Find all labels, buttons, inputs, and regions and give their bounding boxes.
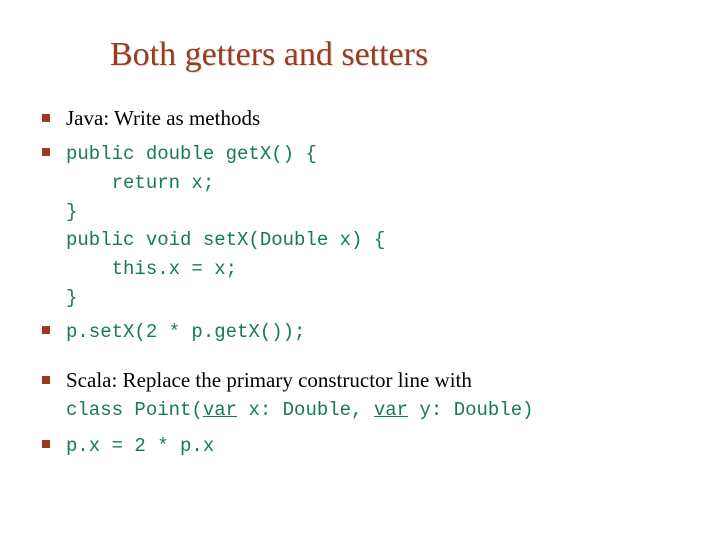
code-suffix: y: Double) xyxy=(408,399,533,421)
code-line: p.x = 2 * p.x xyxy=(66,435,214,457)
text: Java: Write as methods xyxy=(66,106,260,130)
code-mid: x: Double, xyxy=(237,399,374,421)
bullet-scala-heading: Scala: Replace the primary constructor l… xyxy=(40,366,700,424)
code-block: public double getX() { return x; } publi… xyxy=(66,143,385,308)
spacer xyxy=(20,352,700,366)
slide: Both getters and setters Java: Write as … xyxy=(0,0,720,540)
bullet-list-2: Scala: Replace the primary constructor l… xyxy=(20,366,700,460)
code-prefix: class Point( xyxy=(66,399,203,421)
bullet-java-usage: p.setX(2 * p.getX()); xyxy=(40,316,700,346)
code-var1: var xyxy=(203,399,237,421)
code-var2: var xyxy=(374,399,408,421)
code-line: p.setX(2 * p.getX()); xyxy=(66,321,305,343)
bullet-java-heading: Java: Write as methods xyxy=(40,104,700,132)
slide-title: Both getters and setters xyxy=(110,36,700,74)
bullet-list: Java: Write as methods public double get… xyxy=(20,104,700,346)
bullet-java-code: public double getX() { return x; } publi… xyxy=(40,138,700,310)
text: Scala: Replace the primary constructor l… xyxy=(66,368,472,392)
bullet-scala-usage: p.x = 2 * p.x xyxy=(40,430,700,460)
